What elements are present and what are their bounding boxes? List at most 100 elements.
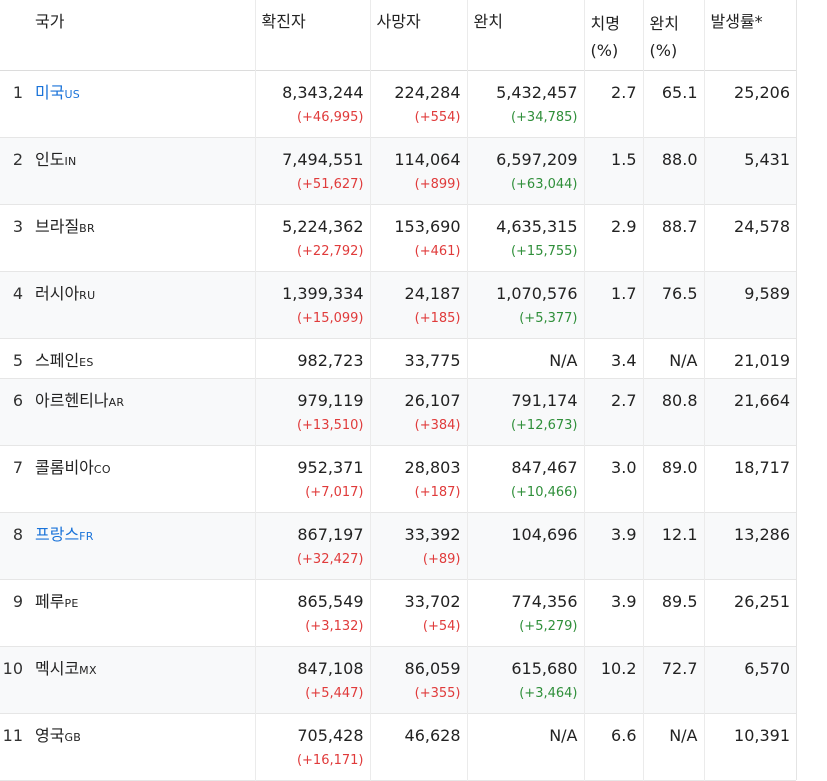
confirmed-change: (+51,627): [296, 176, 364, 192]
country-name-text: 스페인: [35, 350, 80, 370]
confirmed-cell: 705,428 (+16,171): [254, 713, 370, 780]
deaths-value: 24,187: [404, 283, 461, 303]
deaths-value: 33,775: [404, 350, 461, 370]
confirmed-value: 867,197: [297, 524, 364, 544]
confirmed-cell: 8,343,244 (+46,995): [254, 70, 370, 137]
country-name: 인도IN: [35, 150, 77, 169]
country-cell: 미국US: [31, 70, 255, 137]
deaths-cell: 153,690 (+461): [369, 204, 467, 271]
rank-cell: 4: [12, 283, 23, 303]
header-recovery-rate[interactable]: 완치 (%): [642, 0, 704, 70]
header-recovered[interactable]: 완치: [466, 0, 584, 70]
recovered-cell: N/A: [466, 713, 584, 780]
confirmed-cell: 5,224,362 (+22,792): [254, 204, 370, 271]
confirmed-change: (+5,447): [305, 685, 364, 701]
incidence-cell: 10,391: [703, 713, 796, 780]
recovered-cell: 791,174 (+12,673): [466, 378, 584, 445]
deaths-cell: 28,803 (+187): [369, 445, 467, 512]
deaths-cell: 26,107 (+384): [369, 378, 467, 445]
table-row: 4 러시아RU 1,399,334 (+15,099) 24,187 (+185) 1,07…: [0, 271, 796, 338]
deaths-value: 224,284: [394, 82, 461, 102]
deaths-change: (+355): [414, 685, 461, 701]
country-code: AR: [108, 395, 125, 409]
recovered-value: 615,680: [511, 658, 578, 678]
table-row: 11 영국GB 705,428 (+16,171) 46,628 N/A 6.6 N/A 10,…: [0, 713, 796, 780]
header-recovery-unit: (%): [649, 41, 678, 60]
recovery-rate-cell: 88.7: [642, 204, 704, 271]
header-recovery-label: 완치: [649, 14, 679, 33]
recovered-value: 847,467: [511, 457, 578, 477]
table-header: 국가 확진자 사망자 완치 치명 (%) 완치 (%) 발생률*: [0, 0, 796, 70]
incidence-cell: 25,206: [703, 70, 796, 137]
country-code: ES: [79, 355, 94, 369]
header-fatality-unit: (%): [590, 41, 619, 60]
country-code: IN: [64, 154, 77, 168]
confirmed-cell: 1,399,334 (+15,099): [254, 271, 370, 338]
confirmed-change: (+22,792): [296, 243, 364, 259]
confirmed-change: (+46,995): [296, 109, 364, 125]
recovered-change: (+10,466): [510, 484, 578, 500]
recovered-change: (+15,755): [510, 243, 578, 259]
confirmed-value: 979,119: [297, 390, 364, 410]
country-cell: 아르헨티나AR: [31, 378, 255, 445]
recovered-value: 1,070,576: [496, 283, 578, 303]
fatality-rate-cell: 3.4: [583, 338, 643, 378]
deaths-change: (+89): [422, 551, 461, 567]
confirmed-cell: 982,723: [254, 338, 370, 378]
country-cell: 러시아RU: [31, 271, 255, 338]
header-incidence[interactable]: 발생률*: [703, 0, 796, 70]
country-cell: 콜롬비아CO: [31, 445, 255, 512]
confirmed-cell: 979,119 (+13,510): [254, 378, 370, 445]
country-name: 스페인ES: [35, 351, 94, 370]
recovery-rate-cell: 89.0: [642, 445, 704, 512]
fatality-rate-cell: 3.9: [583, 512, 643, 579]
recovered-value: 791,174: [511, 390, 578, 410]
rank-cell: 7: [12, 457, 23, 477]
fatality-rate-cell: 1.7: [583, 271, 643, 338]
country-name: 콜롬비아CO: [35, 458, 111, 477]
confirmed-change: (+16,171): [296, 752, 364, 768]
covid-country-table: 국가 확진자 사망자 완치 치명 (%) 완치 (%) 발생률* 1 미국US 8,…: [0, 0, 796, 781]
deaths-cell: 86,059 (+355): [369, 646, 467, 713]
header-country[interactable]: 국가: [31, 0, 255, 70]
fatality-rate-cell: 10.2: [583, 646, 643, 713]
country-cell: 인도IN: [31, 137, 255, 204]
fatality-rate-cell: 2.9: [583, 204, 643, 271]
recovery-rate-cell: 89.5: [642, 579, 704, 646]
confirmed-value: 847,108: [297, 658, 364, 678]
recovered-cell: 104,696: [466, 512, 584, 579]
recovered-value: 104,696: [511, 524, 578, 544]
table-row: 1 미국US 8,343,244 (+46,995) 224,284 (+554) 5,43…: [0, 70, 796, 137]
recovered-change: (+3,464): [519, 685, 578, 701]
incidence-cell: 26,251: [703, 579, 796, 646]
rank-cell: 3: [12, 216, 23, 236]
country-code: PE: [64, 596, 79, 610]
country-name-link[interactable]: 미국US: [35, 83, 80, 102]
confirmed-value: 982,723: [297, 350, 364, 370]
country-cell: 스페인ES: [31, 338, 255, 378]
header-fatality-rate[interactable]: 치명 (%): [583, 0, 643, 70]
confirmed-change: (+15,099): [296, 310, 364, 326]
country-name-link[interactable]: 프랑스FR: [35, 525, 94, 544]
recovered-cell: 4,635,315 (+15,755): [466, 204, 584, 271]
country-code: CO: [93, 462, 111, 476]
country-code: US: [64, 87, 81, 101]
fatality-rate-cell: 3.9: [583, 579, 643, 646]
header-deaths[interactable]: 사망자: [369, 0, 467, 70]
header-confirmed[interactable]: 확진자: [254, 0, 370, 70]
confirmed-cell: 867,197 (+32,427): [254, 512, 370, 579]
deaths-value: 86,059: [404, 658, 461, 678]
confirmed-value: 865,549: [297, 591, 364, 611]
rank-cell: 8: [12, 524, 23, 544]
confirmed-value: 8,343,244: [282, 82, 364, 102]
incidence-cell: 21,664: [703, 378, 796, 445]
rank-cell: 1: [12, 82, 23, 102]
deaths-change: (+185): [414, 310, 461, 326]
rank-cell: 10: [2, 658, 23, 678]
rank-cell: 11: [2, 725, 23, 745]
deaths-value: 33,392: [404, 524, 461, 544]
incidence-cell: 13,286: [703, 512, 796, 579]
country-code: RU: [79, 288, 96, 302]
country-name: 브라질BR: [35, 217, 95, 236]
recovered-value: N/A: [549, 725, 578, 745]
